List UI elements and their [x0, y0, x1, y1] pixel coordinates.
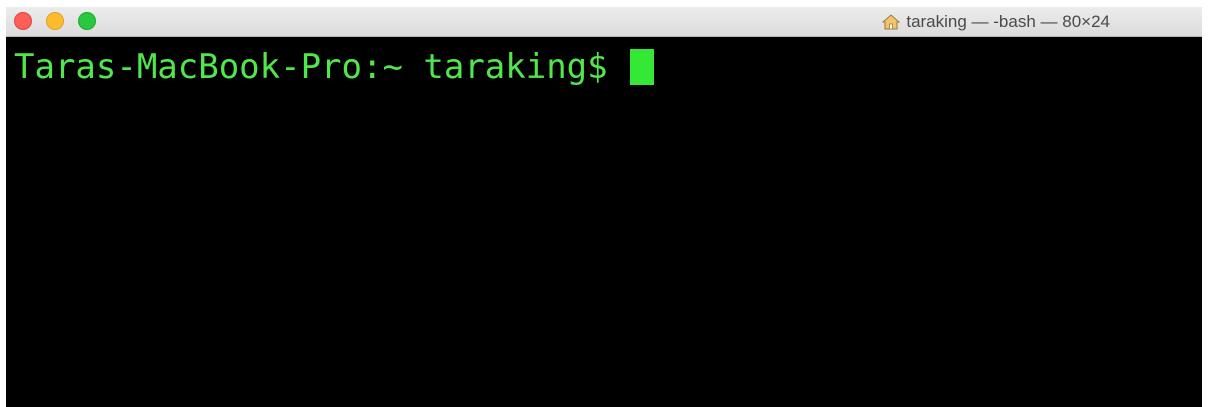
title-bar[interactable]: taraking — -bash — 80×24: [6, 7, 1202, 37]
close-button[interactable]: [14, 12, 32, 30]
window-title-text: taraking — -bash — 80×24: [906, 11, 1110, 31]
zoom-button[interactable]: [78, 12, 96, 30]
minimize-button[interactable]: [46, 12, 64, 30]
shell-prompt: Taras-MacBook-Pro:~ taraking$: [14, 47, 629, 87]
window-title: taraking — -bash — 80×24: [882, 7, 1110, 36]
terminal-window: taraking — -bash — 80×24 Taras-MacBook-P…: [6, 7, 1202, 407]
terminal-line: Taras-MacBook-Pro:~ taraking$: [14, 47, 655, 87]
terminal-content[interactable]: Taras-MacBook-Pro:~ taraking$: [6, 37, 1202, 407]
text-cursor: [630, 49, 655, 85]
home-icon: [882, 13, 901, 30]
